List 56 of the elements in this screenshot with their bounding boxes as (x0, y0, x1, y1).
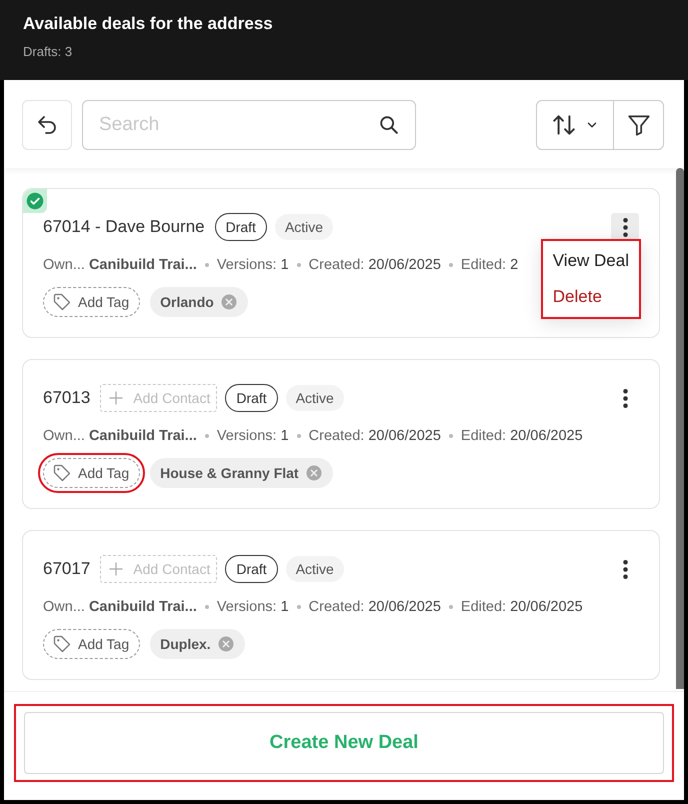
meta-text: Created: 20/06/2025 (308, 257, 441, 273)
status-badge: Active (286, 385, 344, 411)
back-button[interactable] (22, 100, 72, 150)
tag-icon (52, 634, 72, 654)
tag-chip: Duplex. (150, 629, 245, 659)
deal-title: 67017 (43, 559, 90, 579)
tag-chip: House & Granny Flat (150, 458, 333, 488)
draft-badge: Draft (214, 213, 267, 241)
deal-card[interactable]: 67013 Add Contact Draft Active Own... Canibuild Trai... Versions: 1 Created: 20/06/2025 Edited: 20/06/2025 Add Tag House & Granny Flat (22, 359, 660, 509)
tag-icon (52, 463, 72, 483)
meta-text: Own... Canibuild Trai... (43, 428, 197, 444)
scrollbar[interactable] (676, 168, 684, 689)
more-vertical-icon (622, 218, 628, 236)
separator-dot (296, 605, 301, 609)
meta-text: Edited: 20/06/2025 (460, 599, 583, 615)
separator-dot (448, 263, 453, 267)
add-tag-button[interactable]: Add Tag (43, 629, 140, 659)
undo-icon (35, 113, 59, 137)
tag-icon (52, 292, 72, 312)
meta-text: Edited: 2 (460, 257, 518, 273)
plus-icon (107, 389, 126, 407)
drafts-count: Drafts: 3 (23, 44, 74, 59)
more-vertical-icon (622, 560, 628, 578)
search-icon (378, 114, 400, 136)
more-vertical-icon (622, 388, 628, 408)
add-tag-button[interactable]: Add Tag (43, 287, 140, 317)
meta-text: Created: 20/06/2025 (308, 599, 441, 615)
meta-text: Own... Canibuild Trai... (43, 257, 197, 273)
meta-text: Created: 20/06/2025 (308, 428, 441, 444)
separator-dot (296, 434, 301, 438)
draft-badge: Draft (225, 384, 278, 412)
tag-chip: Orlando (150, 287, 248, 317)
deal-title: 67014 - Dave Bourne (43, 217, 205, 237)
separator-dot (448, 605, 453, 609)
meta-text: Versions: 1 (216, 257, 289, 273)
meta-text: Versions: 1 (216, 428, 289, 444)
sort-button[interactable] (537, 101, 614, 149)
view-menu-item[interactable]: View Deal (542, 243, 639, 279)
separator-dot (204, 434, 209, 438)
status-badge: Active (286, 556, 344, 582)
deal-title: 67013 (43, 388, 90, 408)
meta-text: Versions: 1 (216, 599, 289, 615)
plus-icon (107, 560, 126, 578)
page-title: Available deals for the address (23, 14, 274, 34)
more-button[interactable] (611, 213, 639, 241)
draft-badge: Draft (225, 555, 278, 583)
separator-dot (448, 434, 453, 438)
separator-dot (204, 263, 209, 267)
deal-card[interactable]: 67014 - Dave Bourne Draft Active Own... Canibuild Trai... Versions: 1 Created: 20/06/2025 Edited: 2 Add Tag Orlando View Deal Delete (22, 188, 660, 338)
deal-card[interactable]: 67017 Add Contact Draft Active Own... Canibuild Trai... Versions: 1 Created: 20/06/2025 Edited: 20/06/2025 Add Tag Duplex. (22, 530, 660, 680)
status-badge: Active (274, 214, 334, 240)
delete-menu-item[interactable]: Delete (542, 279, 639, 315)
separator-dot (296, 263, 301, 267)
meta-text: Own... Canibuild Trai... (43, 599, 197, 615)
meta-text: Edited: 20/06/2025 (460, 428, 583, 444)
separator-dot (204, 605, 209, 609)
